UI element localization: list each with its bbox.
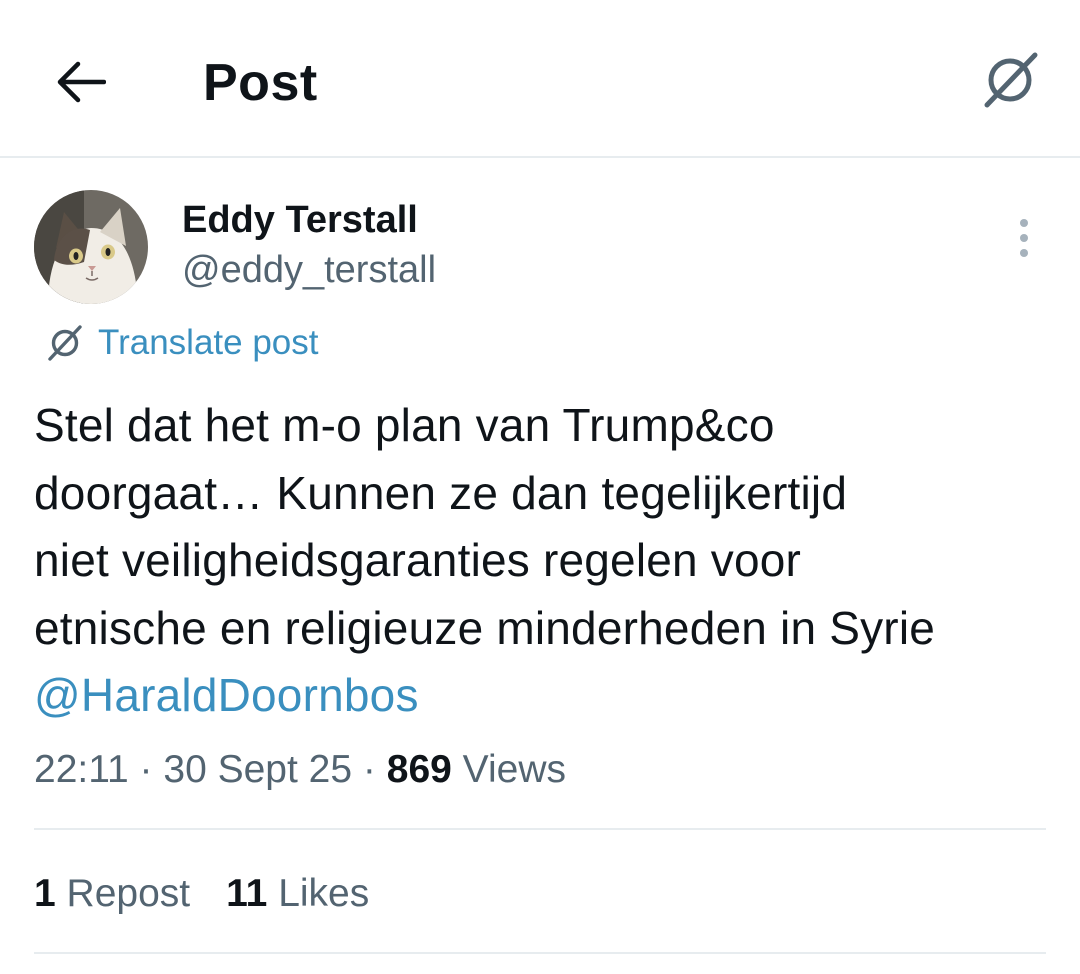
more-dot (1020, 219, 1028, 227)
arrow-left-icon (57, 61, 106, 103)
post-text-line: etnische en religieuze minderheden in Sy… (34, 601, 936, 654)
post-text: Stel dat het m-o plan van Trump&co doorg… (34, 392, 1064, 730)
page-title: Post (203, 54, 318, 112)
author-handle[interactable]: @eddy_terstall (182, 246, 436, 294)
likes-label: Likes (278, 872, 370, 915)
mention-link[interactable]: @HaraldDoornbos (34, 669, 419, 721)
more-dot (1020, 249, 1028, 257)
author-name[interactable]: Eddy Terstall (182, 196, 418, 244)
translate-icon (984, 52, 1038, 108)
translate-button[interactable] (972, 42, 1048, 118)
more-dot (1020, 234, 1028, 242)
likes-stat[interactable]: 11 Likes (226, 866, 369, 922)
reposts-stat[interactable]: 1 Repost (34, 866, 190, 922)
post-date[interactable]: 30 Sept 25 (163, 748, 352, 791)
views-label: Views (462, 748, 566, 791)
post-text-line: doorgaat… Kunnen ze dan tegelijkertijd (34, 466, 848, 519)
top-app-bar: Post (0, 0, 1080, 158)
post-text-line: Stel dat het m-o plan van Trump&co (34, 399, 775, 451)
likes-count: 11 (226, 872, 268, 915)
meta-separator: · (139, 748, 153, 791)
views-count: 869 (386, 748, 452, 791)
meta-separator: · (362, 748, 376, 791)
engagement-stats: 1 Repost 11 Likes (34, 866, 369, 922)
back-button[interactable] (44, 46, 116, 118)
reposts-count: 1 (34, 872, 56, 915)
post-text-line: niet veiligheidsgaranties regelen voor (34, 534, 802, 586)
cat-avatar-icon (34, 190, 148, 304)
avatar[interactable] (34, 190, 148, 304)
more-options-button[interactable] (1000, 210, 1048, 266)
reposts-label: Repost (66, 872, 191, 915)
divider (34, 952, 1046, 954)
post-time[interactable]: 22:11 (34, 748, 129, 791)
post-detail-page: Post Eddy Terstall @eddy_terstall Transl… (0, 0, 1080, 974)
translate-icon (48, 325, 82, 361)
post-meta: 22:11 · 30 Sept 25 · 869 Views (34, 742, 566, 798)
translate-post-label: Translate post (98, 323, 319, 362)
divider (34, 828, 1046, 830)
translate-post-link[interactable]: Translate post (44, 320, 318, 366)
